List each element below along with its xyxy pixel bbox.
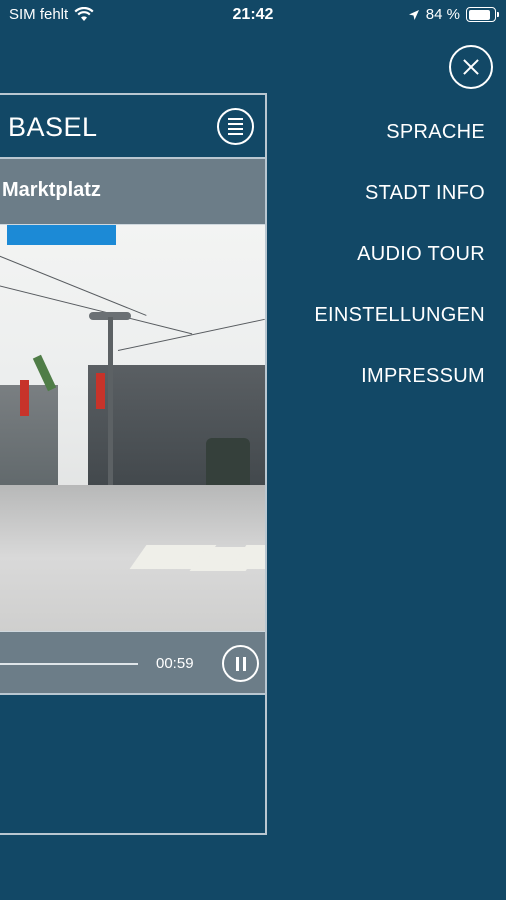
station-bar: Marktplatz	[0, 159, 265, 225]
battery-icon	[466, 7, 499, 22]
app-header: BASEL	[0, 95, 265, 159]
pause-icon	[235, 656, 239, 671]
progress-bar[interactable]	[0, 663, 138, 665]
audio-player: 00:59	[0, 631, 265, 695]
battery-percent: 84 %	[425, 6, 460, 23]
battery-fill	[468, 9, 490, 20]
location-arrow-icon	[408, 9, 419, 20]
photo-flag	[20, 380, 29, 416]
photo-wire	[0, 285, 193, 335]
elapsed-time: 00:59	[156, 655, 194, 672]
menu-item-sprache[interactable]: SPRACHE	[314, 115, 485, 176]
app-screen-preview[interactable]: BASEL Marktplatz 00:59	[0, 93, 267, 835]
menu-item-audio-tour[interactable]: AUDIO TOUR	[314, 237, 485, 298]
menu-item-stadt-info[interactable]: STADT INFO	[314, 176, 485, 237]
menu-button[interactable]	[217, 108, 254, 145]
app-title: BASEL	[8, 112, 98, 142]
station-title: Marktplatz	[2, 179, 101, 201]
photo-wire	[0, 255, 147, 316]
side-menu: SPRACHE STADT INFO AUDIO TOUR EINSTELLUN…	[314, 115, 485, 420]
status-bar: SIM fehlt 21:42 84 %	[0, 0, 506, 30]
menu-item-impressum[interactable]: IMPRESSUM	[314, 359, 485, 420]
photo-lamp-post	[108, 317, 113, 502]
station-photo	[0, 225, 265, 631]
photo-flag	[96, 373, 105, 409]
photo-wire	[117, 318, 265, 351]
close-menu-button[interactable]	[449, 45, 493, 89]
hamburger-icon	[228, 118, 243, 135]
accent-tab	[7, 225, 116, 245]
photo-street	[0, 485, 265, 631]
pause-button[interactable]	[222, 645, 259, 682]
status-right: 84 %	[408, 6, 499, 23]
menu-item-einstellungen[interactable]: EINSTELLUNGEN	[314, 298, 485, 359]
